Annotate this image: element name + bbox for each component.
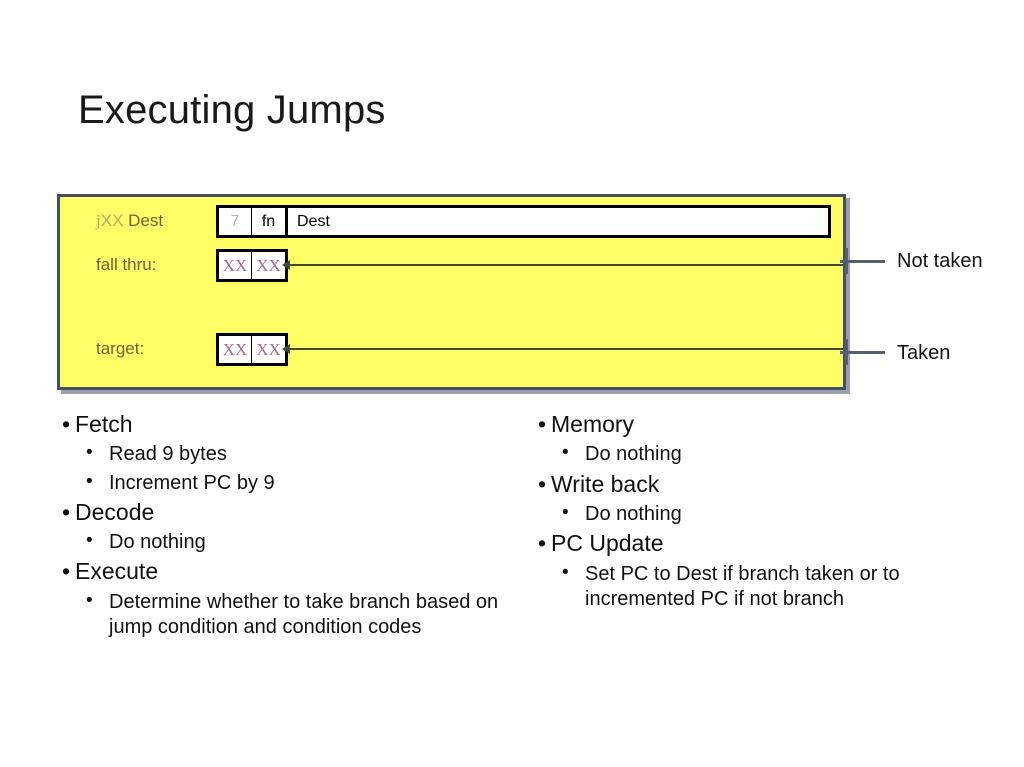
list-item: Set PC to Dest if branch taken or to inc… — [538, 561, 1008, 612]
row-label-jxx-dest: jXX Dest — [96, 211, 163, 231]
target-bytes: XX XX — [216, 333, 288, 366]
target-byte-1: XX — [252, 336, 285, 363]
list-item: PC Update — [538, 529, 1008, 559]
list-item: Do nothing — [538, 441, 1008, 467]
list-item: Determine whether to take branch based o… — [62, 589, 522, 640]
row-label-jxx-dest-xx: XX — [100, 211, 124, 230]
byte-cell-dest: Dest — [288, 208, 828, 235]
connector-arrow-taken — [282, 344, 290, 354]
connector-arrow-not-taken — [282, 260, 290, 270]
row-label-target: target: — [96, 339, 145, 358]
connector-line-taken — [288, 348, 843, 350]
instruction-encoding-diagram: jXX Dest 7 fn Dest fall thru: XX XX targ… — [57, 194, 846, 390]
byte-cell-fn: fn — [252, 208, 288, 235]
page-title: Executing Jumps — [78, 88, 386, 132]
connector-line-not-taken — [288, 264, 843, 266]
byte-cell-icode: 7 — [219, 208, 252, 235]
list-item: Do nothing — [62, 529, 522, 555]
row-label-fall-thru: fall thru: — [96, 255, 157, 274]
list-item: Memory — [538, 410, 1008, 440]
row-label-jxx-dest-rest: Dest — [123, 211, 164, 230]
fall-thru-byte-0: XX — [219, 252, 252, 279]
connector-tick-not-taken — [845, 248, 848, 274]
fall-thru-bytes: XX XX — [216, 249, 288, 282]
instruction-bytes-jxx: 7 fn Dest — [216, 205, 831, 238]
fall-thru-byte-1: XX — [252, 252, 285, 279]
list-item: Write back — [538, 470, 1008, 500]
target-byte-0: XX — [219, 336, 252, 363]
list-item: Increment PC by 9 — [62, 470, 522, 496]
list-item: Do nothing — [538, 501, 1008, 527]
list-item: Read 9 bytes — [62, 441, 522, 467]
connector-tick-taken — [845, 339, 848, 365]
list-item: Fetch — [62, 410, 522, 440]
side-label-not-taken: Not taken — [897, 250, 983, 272]
list-item: Execute — [62, 557, 522, 587]
side-label-taken: Taken — [897, 342, 951, 364]
stage-list-right: Memory Do nothing Write back Do nothing … — [538, 408, 1008, 612]
list-item: Decode — [62, 498, 522, 528]
stage-list-left: Fetch Read 9 bytes Increment PC by 9 Dec… — [62, 408, 522, 640]
